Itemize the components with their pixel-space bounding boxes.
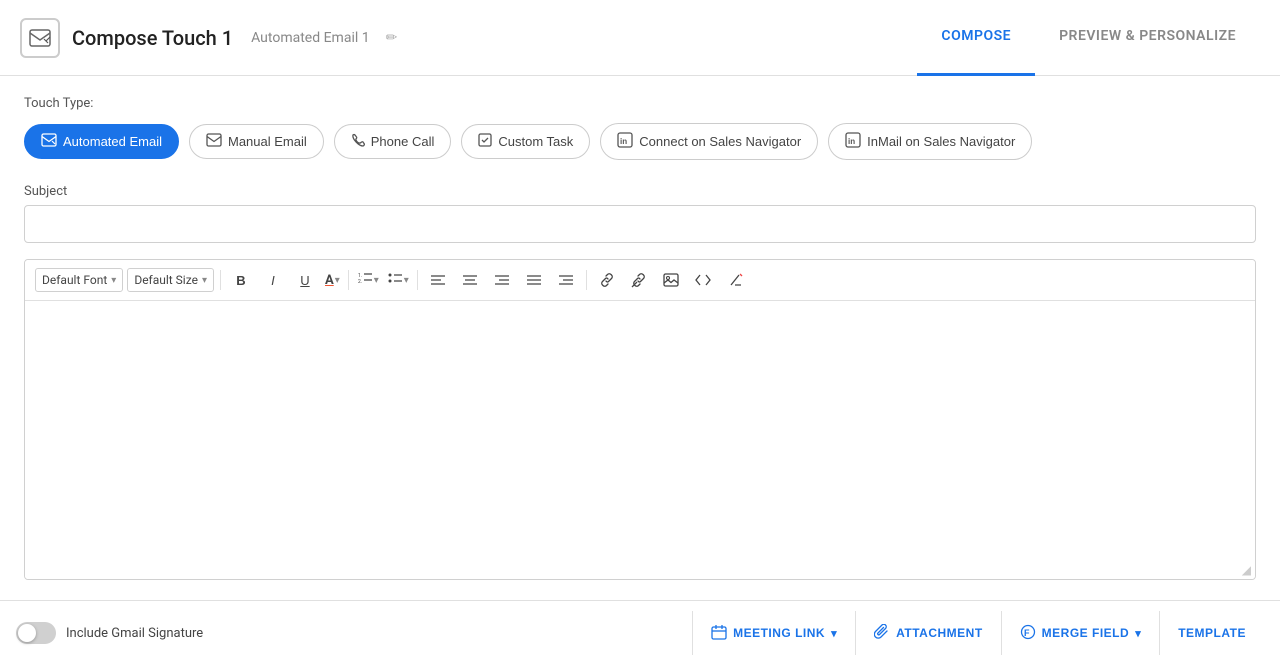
toolbar-divider-3: [417, 270, 418, 290]
template-label: TEMPLATE: [1178, 626, 1246, 640]
touch-btn-automated-email[interactable]: Automated Email: [24, 124, 179, 159]
font-color-dropdown[interactable]: A ▾: [323, 273, 342, 288]
font-family-arrow: ▾: [111, 275, 116, 286]
template-button[interactable]: TEMPLATE: [1159, 611, 1264, 655]
header-nav: COMPOSE PREVIEW & PERSONALIZE: [917, 0, 1260, 75]
manual-email-label: Manual Email: [228, 134, 307, 149]
font-color-icon: A: [325, 273, 334, 288]
meeting-link-icon: [711, 624, 727, 643]
compose-icon: [20, 18, 60, 58]
svg-text:f: f: [1024, 628, 1030, 638]
main-content: Touch Type: Automated Email Manual Email: [0, 76, 1280, 600]
attachment-label: ATTACHMENT: [896, 626, 983, 640]
header-subtitle: Automated Email 1: [251, 30, 369, 46]
gmail-signature-toggle[interactable]: [16, 622, 56, 644]
merge-field-button[interactable]: f MERGE FIELD ▾: [1001, 611, 1160, 655]
unlink-button[interactable]: [625, 266, 653, 294]
unordered-list-dropdown[interactable]: ▾: [385, 270, 411, 290]
resize-handle[interactable]: ◢: [25, 561, 1255, 579]
editor-wrapper: Default Font ▾ Default Size ▾ B I U A ▾: [24, 259, 1256, 580]
inmail-sales-nav-label: InMail on Sales Navigator: [867, 134, 1015, 149]
tab-compose[interactable]: COMPOSE: [917, 0, 1035, 76]
manual-email-icon: [206, 133, 222, 150]
page-title: Compose Touch 1: [72, 26, 233, 50]
touch-type-label: Touch Type:: [24, 96, 1256, 111]
toolbar-divider-2: [348, 270, 349, 290]
meeting-link-label: MEETING LINK: [733, 626, 825, 640]
svg-text:in: in: [620, 137, 627, 146]
attachment-icon: [874, 624, 890, 643]
touch-btn-custom-task[interactable]: Custom Task: [461, 124, 590, 159]
align-left-button[interactable]: [424, 266, 452, 294]
connect-sales-nav-label: Connect on Sales Navigator: [639, 134, 801, 149]
bold-button[interactable]: B: [227, 266, 255, 294]
ordered-list-dropdown[interactable]: 1. 2. ▾: [355, 270, 381, 290]
touch-btn-inmail-sales-nav[interactable]: in InMail on Sales Navigator: [828, 123, 1032, 160]
link-button[interactable]: [593, 266, 621, 294]
toolbar-divider-4: [586, 270, 587, 290]
image-button[interactable]: [657, 266, 685, 294]
italic-button[interactable]: I: [259, 266, 287, 294]
automated-email-icon: [41, 133, 57, 150]
align-center-button[interactable]: [456, 266, 484, 294]
attachment-button[interactable]: ATTACHMENT: [855, 611, 1001, 655]
linkedin-connect-icon: in: [617, 132, 633, 151]
code-button[interactable]: [689, 266, 717, 294]
indent-right-button[interactable]: [552, 266, 580, 294]
tab-preview[interactable]: PREVIEW & PERSONALIZE: [1035, 0, 1260, 76]
font-size-select[interactable]: Default Size ▾: [127, 268, 214, 292]
subject-input[interactable]: [24, 205, 1256, 243]
footer-actions: MEETING LINK ▾ ATTACHMENT f MERGE FIELD …: [692, 611, 1264, 655]
ordered-list-icon: 1. 2.: [357, 270, 373, 290]
meeting-link-button[interactable]: MEETING LINK ▾: [693, 611, 855, 655]
font-family-select[interactable]: Default Font ▾: [35, 268, 123, 292]
linkedin-inmail-icon: in: [845, 132, 861, 151]
font-size-arrow: ▾: [202, 275, 207, 286]
ordered-list-arrow: ▾: [374, 275, 379, 286]
edit-icon[interactable]: ✏: [386, 30, 398, 46]
automated-email-label: Automated Email: [63, 134, 162, 149]
header: Compose Touch 1 Automated Email 1 ✏ COMP…: [0, 0, 1280, 76]
unordered-list-arrow: ▾: [404, 275, 409, 286]
font-family-label: Default Font: [42, 273, 107, 287]
header-left: Compose Touch 1 Automated Email 1 ✏: [20, 18, 917, 58]
phone-icon: [351, 133, 365, 150]
merge-field-arrow: ▾: [1135, 627, 1141, 640]
footer: Include Gmail Signature MEETING LINK ▾ A…: [0, 600, 1280, 665]
gmail-signature-label: Include Gmail Signature: [66, 626, 203, 641]
touch-btn-connect-sales-nav[interactable]: in Connect on Sales Navigator: [600, 123, 818, 160]
touch-btn-manual-email[interactable]: Manual Email: [189, 124, 324, 159]
svg-text:in: in: [848, 137, 855, 146]
clear-format-button[interactable]: [721, 266, 749, 294]
custom-task-icon: [478, 133, 492, 150]
touch-types-group: Automated Email Manual Email Phone Call: [24, 123, 1256, 160]
merge-field-icon: f: [1020, 624, 1036, 643]
meeting-link-arrow: ▾: [831, 627, 837, 640]
unordered-list-icon: [387, 270, 403, 290]
merge-field-label: MERGE FIELD: [1042, 626, 1130, 640]
editor-body[interactable]: [25, 301, 1255, 561]
subject-label: Subject: [24, 184, 1256, 199]
toggle-wrapper: Include Gmail Signature: [16, 622, 692, 644]
font-color-arrow: ▾: [335, 275, 340, 286]
phone-call-label: Phone Call: [371, 134, 435, 149]
underline-button[interactable]: U: [291, 266, 319, 294]
toggle-thumb: [18, 624, 36, 642]
font-size-label: Default Size: [134, 273, 198, 287]
toolbar-divider-1: [220, 270, 221, 290]
touch-btn-phone-call[interactable]: Phone Call: [334, 124, 452, 159]
editor-toolbar: Default Font ▾ Default Size ▾ B I U A ▾: [25, 260, 1255, 301]
justify-button[interactable]: [520, 266, 548, 294]
align-right-button[interactable]: [488, 266, 516, 294]
svg-text:2.: 2.: [358, 279, 362, 285]
custom-task-label: Custom Task: [498, 134, 573, 149]
